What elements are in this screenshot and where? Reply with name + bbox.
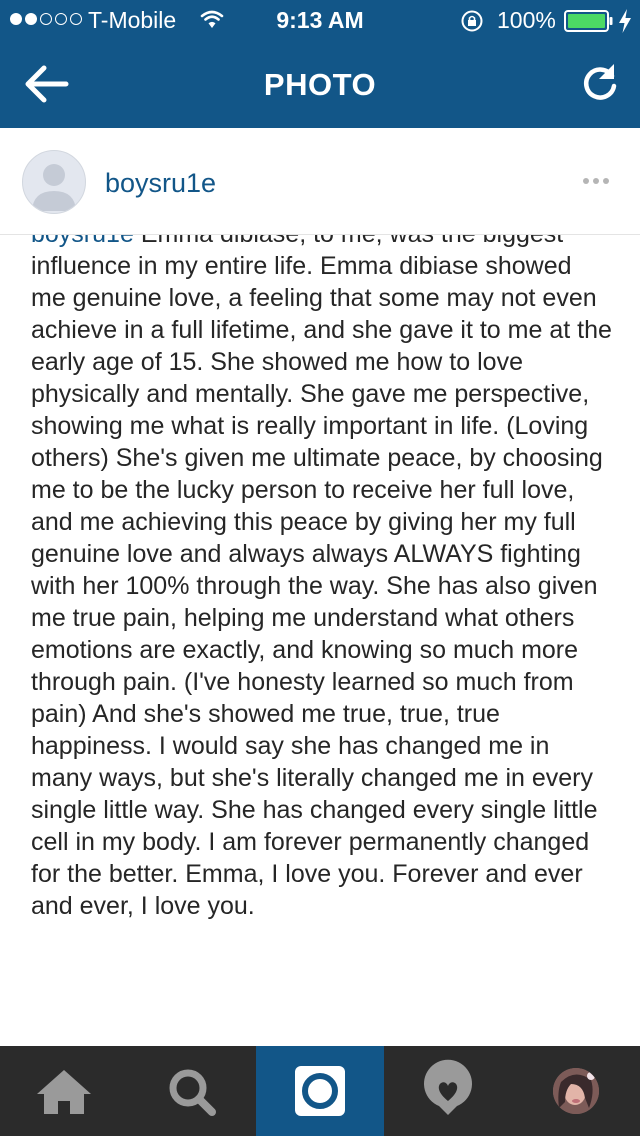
camera-icon [295, 1066, 345, 1116]
caption-username[interactable]: boysru1e [31, 235, 134, 248]
profile-photo-icon [553, 1068, 599, 1114]
more-options-icon[interactable] [578, 166, 614, 196]
tab-camera[interactable] [256, 1046, 384, 1136]
top-bar: T-Mobile 9:13 AM 100% PHOTO [0, 0, 640, 128]
battery-icon [564, 10, 613, 32]
post-header: boysru1e [0, 128, 640, 235]
nav-bar: PHOTO [0, 40, 640, 128]
tab-search[interactable] [128, 1046, 256, 1136]
page-title: PHOTO [263, 67, 377, 102]
home-icon [37, 1070, 91, 1114]
default-avatar-icon [32, 164, 76, 211]
activity-heart-icon [424, 1059, 472, 1115]
orientation-lock-icon [461, 10, 483, 32]
caption-area: boysru1e Emma dibiase, to me, was the bi… [0, 235, 640, 1046]
post-username[interactable]: boysru1e [105, 168, 216, 199]
caption-text: Emma dibiase, to me, was the biggest inf… [31, 235, 612, 920]
refresh-icon[interactable] [578, 62, 622, 106]
profile-avatar [553, 1068, 599, 1114]
tab-home[interactable] [0, 1046, 128, 1136]
tab-profile[interactable] [512, 1046, 640, 1136]
battery-percentage: 100% [497, 7, 556, 33]
search-icon [169, 1069, 216, 1116]
status-bar: T-Mobile 9:13 AM 100% [0, 0, 640, 40]
avatar[interactable] [22, 150, 86, 214]
tab-bar [0, 1046, 640, 1136]
caption: boysru1e Emma dibiase, to me, was the bi… [31, 235, 613, 922]
instagram-photo-screen: T-Mobile 9:13 AM 100% PHOTO boysru1e inf… [0, 0, 640, 1136]
tab-activity[interactable] [384, 1046, 512, 1136]
charging-bolt-icon [619, 9, 631, 33]
